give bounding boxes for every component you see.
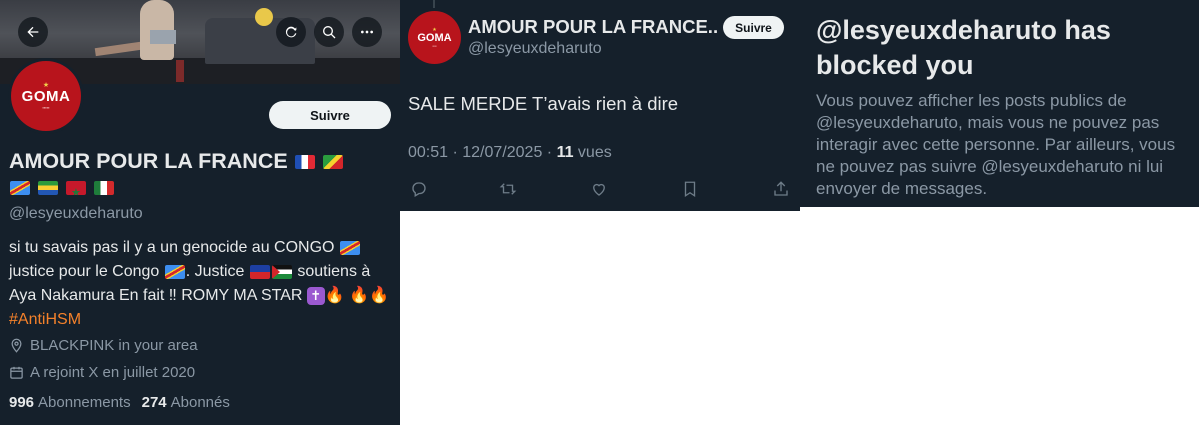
flag-mexico-icon	[93, 181, 114, 196]
profile-bio: si tu savais pas il y a un genocide au C…	[9, 236, 394, 332]
followers-label: Abonnés	[170, 394, 230, 411]
followers-link[interactable]: 274 Abonnés	[142, 394, 230, 411]
more-icon	[361, 30, 373, 34]
flag-drc-icon	[10, 181, 30, 196]
bookmark-icon	[684, 181, 696, 198]
avatar-text: GOMA	[21, 88, 71, 105]
blocked-title: @lesyeuxdeharuto has blocked you	[816, 15, 1111, 80]
flag-drc-icon	[164, 264, 185, 279]
banner-toy	[255, 8, 273, 26]
profile-stats: 996 Abonnements 274 Abonnés	[9, 394, 230, 411]
refresh-button[interactable]	[276, 17, 306, 47]
banner-rope	[176, 60, 184, 82]
like-icon	[593, 183, 605, 196]
tweet-views-count: 11	[556, 144, 574, 161]
avatar-logo: ★ GOMA ▪▪▪▪▪	[11, 61, 81, 131]
tweet-actions	[400, 178, 800, 200]
search-button[interactable]	[314, 17, 344, 47]
bio-text-1: si tu savais pas il y a un genocide au C…	[9, 239, 339, 256]
retweet-icon	[499, 183, 517, 195]
refresh-icon	[285, 26, 297, 38]
tweet-author-avatar[interactable]: ★ GOMA ▪▪▪▪	[408, 11, 461, 64]
flag-haiti-icon	[249, 264, 270, 279]
like-button[interactable]	[588, 178, 610, 200]
joined-text: A rejoint X en juillet 2020	[30, 364, 196, 381]
tweet-author-handle[interactable]: @lesyeuxdeharuto	[468, 40, 602, 58]
share-icon	[774, 181, 788, 196]
arrow-left-icon	[27, 26, 39, 38]
following-label: Abonnements	[38, 394, 131, 411]
calendar-icon	[10, 366, 23, 379]
fire-icon: 🔥	[324, 287, 345, 304]
reply-button[interactable]	[408, 178, 430, 200]
profile-avatar[interactable]: ★ GOMA ▪▪▪▪▪	[8, 58, 84, 134]
tweet-author-name[interactable]: AMOUR POUR LA FRANCE...	[468, 16, 718, 38]
bio-hashtag-link[interactable]: #AntiHSM	[9, 311, 81, 328]
tweet-timestamp[interactable]: 00:51 · 12/07/2025 ·	[408, 144, 557, 161]
share-button[interactable]	[770, 178, 792, 200]
profile-panel: ★ GOMA ▪▪▪▪▪ Suivre AMOUR POUR LA FRANCE…	[0, 0, 400, 425]
retweet-button[interactable]	[497, 178, 519, 200]
tweet-meta: 00:51 · 12/07/2025 · 11 vues	[408, 144, 612, 162]
blocked-message: Vous pouvez afficher les posts publics d…	[816, 91, 1176, 198]
avatar-text: GOMA	[417, 31, 452, 44]
flag-drc-icon	[339, 240, 360, 255]
follow-button[interactable]: Suivre	[269, 101, 391, 129]
tweet-text: SALE MERDE T’avais rien à dire	[408, 93, 679, 114]
tweet-views-label: vues	[573, 144, 612, 161]
followers-count: 274	[141, 394, 167, 411]
avatar-subtext: ▪▪▪▪▪	[42, 105, 50, 110]
cross-icon: ✝	[306, 287, 325, 305]
banner-laptop	[150, 30, 176, 44]
flag-gabon-icon	[37, 181, 58, 196]
profile-handle: @lesyeuxdeharuto	[9, 205, 143, 222]
bio-text-2: justice pour le Congo	[9, 263, 164, 280]
fire-icon: 🔥	[349, 287, 370, 304]
flag-morocco-icon	[65, 181, 86, 196]
profile-joined: A rejoint X en juillet 2020	[9, 364, 195, 381]
fire-icon: 🔥	[369, 287, 390, 304]
flag-congo-icon	[322, 155, 343, 170]
profile-display-name: AMOUR POUR LA FRANCE	[9, 148, 394, 200]
location-text: BLACKPINK in your area	[30, 337, 198, 354]
display-name-text: AMOUR POUR LA FRANCE	[9, 149, 288, 173]
blocked-panel: @lesyeuxdeharuto has blocked you Vous po…	[800, 0, 1199, 207]
flag-palestine-icon	[271, 264, 292, 279]
reply-icon	[412, 182, 426, 197]
bio-text-3: . Justice	[185, 263, 249, 280]
following-count: 996	[9, 394, 35, 411]
more-button[interactable]	[352, 17, 382, 47]
avatar-subtext: ▪▪▪▪	[432, 43, 437, 48]
back-button[interactable]	[18, 17, 48, 47]
thread-line	[433, 0, 435, 8]
tweet-panel: ★ GOMA ▪▪▪▪ AMOUR POUR LA FRANCE... @les…	[400, 0, 800, 211]
bookmark-button[interactable]	[679, 178, 701, 200]
tweet-follow-button[interactable]: Suivre	[723, 16, 784, 39]
flag-france-icon	[294, 155, 315, 170]
location-pin-icon	[11, 338, 22, 353]
search-icon	[323, 26, 336, 39]
profile-location: BLACKPINK in your area	[9, 337, 198, 354]
following-link[interactable]: 996 Abonnements	[9, 394, 131, 411]
